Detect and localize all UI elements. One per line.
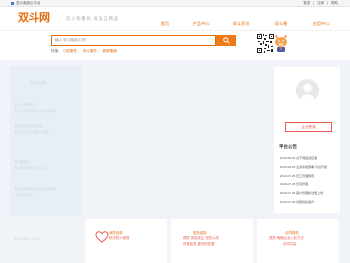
favorite-link[interactable]: 显示桌面云平台	[16, 1, 41, 6]
login-link[interactable]: 登录	[303, 1, 310, 5]
avatar	[296, 79, 319, 102]
feature-card[interactable]: 劳务保险 预防 风险发生 在防火线 时常检查 更好的发展	[171, 219, 253, 263]
register-link[interactable]: 注册	[317, 1, 324, 5]
sidebar-title: 双斗分类	[30, 80, 46, 85]
user-panel: 企业登录 平台公告 2016-09-22 关于网络连接事 2016-08-25 …	[274, 67, 340, 213]
nav-news[interactable]: 双斗资讯	[223, 18, 259, 30]
feature-cards: 消防合规 依法防火依规 劳务保险 预防 风险发生 在防火线 时常检查 更好的发展…	[85, 219, 339, 263]
favorite-icon[interactable]	[11, 2, 14, 5]
search-band: 输入 双斗商品/订货 热搜: 订起服务| 双斗服务| 新鲜果蔬	[0, 30, 350, 60]
sidebar-item[interactable]: 双斗服务号	[14, 159, 30, 164]
hot-keyword[interactable]: 订起服务	[63, 49, 77, 53]
sidebar-item[interactable]: 双斗物流系统 双斗中心	[14, 165, 47, 170]
notice-item[interactable]: 2016-07-25 客户管理新功能上线	[280, 189, 340, 198]
nav-apps[interactable]: 应用中心	[303, 18, 339, 30]
sidebar-item[interactable]: 双斗分销 双斗商品	[14, 236, 40, 241]
notice-title: 平台公告	[279, 144, 297, 149]
nav-home[interactable]: 首页	[147, 18, 183, 30]
search-button[interactable]	[216, 35, 236, 46]
notice-list: 2016-09-22 关于网络连接事 2016-08-25 业务系统部署 平台升…	[280, 154, 340, 207]
site-logo[interactable]: 双斗网	[18, 12, 50, 24]
user-icon	[300, 83, 315, 102]
slogan: 双斗物量商 省支又精品	[66, 16, 119, 21]
feature-card[interactable]: 合同规范 资质 明确企业入驻方式 合作共赢	[257, 219, 339, 263]
notice-item[interactable]: 2016-07-25 员工管理规则	[280, 172, 340, 181]
hot-keyword[interactable]: 双斗服务	[83, 49, 97, 53]
sidebar-item[interactable]: 双斗应用系统	[14, 102, 33, 107]
nav-community[interactable]: 双斗圈	[263, 18, 299, 30]
main-nav: 首页 产品中心 双斗资讯 双斗圈 应用中心	[147, 18, 345, 30]
top-bar: 显示桌面云平台 登录 | 注册 | 帮助	[0, 0, 350, 7]
category-sidebar: 双斗分类 双斗应用系统 双斗订货 发送双斗中心的新版 双斗服务新版小程序 双斗商…	[10, 66, 82, 241]
sidebar-item[interactable]: 一级分类 双斗	[14, 192, 34, 197]
heart-icon	[95, 231, 109, 243]
main-content: 双斗分类 双斗应用系统 双斗订货 发送双斗中心的新版 双斗服务新版小程序 双斗商…	[0, 61, 350, 263]
sidebar-item[interactable]: 双斗服务新版小程序	[14, 123, 43, 128]
help-link[interactable]: 帮助	[331, 1, 338, 5]
notice-item[interactable]: 2016-07-25 功能优化提升	[280, 198, 340, 207]
notice-item[interactable]: 2016-08-25 业务系统部署 平台升级	[280, 163, 340, 172]
notice-item[interactable]: 2016-09-22 关于网络连接事	[280, 154, 340, 163]
notice-item[interactable]: 2016-07-25 合同管理	[280, 180, 340, 189]
mascot-icon	[275, 35, 287, 52]
header: 双斗网 双斗物量商 省支又精品 首页 产品中心 双斗资讯 双斗圈 应用中心	[0, 7, 350, 30]
search-icon	[222, 37, 230, 44]
user-links: 登录 | 注册 | 帮助	[303, 1, 338, 5]
search-input[interactable]: 输入 双斗商品/订货	[51, 35, 216, 46]
feature-card[interactable]: 消防合规 依法防火依规	[85, 219, 167, 263]
enterprise-login-button[interactable]: 企业登录	[285, 122, 332, 132]
sidebar-item[interactable]: 双斗商户中心新版小程序	[14, 129, 49, 134]
sidebar-item[interactable]: 双斗订货 发送双斗中心的新版	[14, 108, 56, 113]
hot-keywords: 热搜: 订起服务| 双斗服务| 新鲜果蔬	[51, 49, 117, 53]
hot-keyword[interactable]: 新鲜果蔬	[103, 49, 117, 53]
sidebar-item[interactable]: 双斗分销系统 双斗中心的新版	[14, 186, 56, 191]
nav-products[interactable]: 产品中心	[183, 18, 219, 30]
